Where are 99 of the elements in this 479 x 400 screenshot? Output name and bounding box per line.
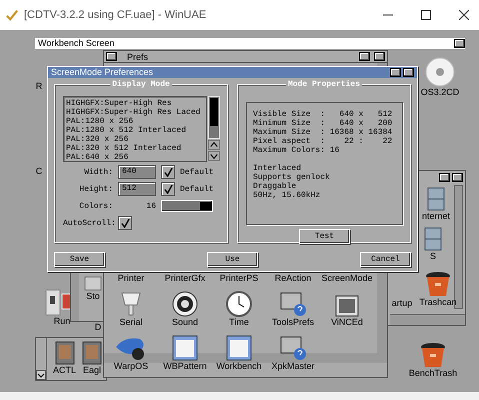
colors-slider[interactable]	[161, 200, 213, 212]
mode-item[interactable]: PAL:1280 x 512 Interlaced	[66, 126, 204, 135]
property-line: Maximum Size : 16368 x 16384	[253, 128, 394, 137]
icon-label[interactable]: ReAction	[274, 273, 312, 283]
depth-gadget[interactable]	[452, 173, 463, 182]
window-title: [CDTV-3.2.2 using CF.uae] - WinUAE	[24, 9, 206, 21]
scrollbar[interactable]	[454, 185, 463, 309]
group-title: Display Mode	[110, 80, 172, 89]
screen-title: Workbench Screen	[38, 38, 114, 49]
clock-icon[interactable]	[226, 291, 252, 317]
field-label: Colors:	[78, 202, 113, 210]
property-line: Pixel aspect : 22 : 22	[253, 137, 394, 146]
maximize-icon[interactable]	[421, 10, 431, 20]
connector-icon[interactable]	[119, 291, 143, 317]
property-line: Visible Size : 640 x 512	[253, 110, 394, 119]
checkbox[interactable]	[161, 182, 175, 196]
icon-label[interactable]: ScreenMode	[321, 273, 373, 283]
icon-label[interactable]: WBPattern	[163, 361, 207, 371]
icon-label[interactable]: Sto	[86, 291, 100, 301]
zoom-gadget[interactable]	[439, 173, 450, 182]
field-label: Width:	[83, 168, 113, 176]
depth-gadget[interactable]	[374, 52, 385, 61]
cabinet-icon[interactable]	[424, 227, 442, 251]
icon-label[interactable]: Eagl	[83, 365, 102, 375]
cabinet-icon[interactable]	[427, 187, 445, 211]
field-label: AutoScroll:	[63, 218, 113, 228]
slider-knob[interactable]	[200, 202, 212, 210]
scrollbar[interactable]	[390, 314, 465, 325]
icon-label[interactable]: Sound	[172, 317, 198, 327]
disc-icon[interactable]	[425, 57, 455, 87]
dialog-button[interactable]: Cancel	[360, 252, 411, 267]
checkbox[interactable]	[118, 216, 132, 230]
property-label: Interlaced	[253, 164, 302, 173]
window-icon[interactable]	[172, 335, 198, 361]
close-gadget[interactable]	[106, 52, 117, 61]
field-label: Height:	[78, 184, 113, 194]
drawer-icon[interactable]	[84, 275, 102, 291]
icon-label[interactable]: D	[94, 322, 102, 332]
icon-label[interactable]: ViNCEd	[331, 317, 363, 327]
icon-label[interactable]: BenchTrash	[408, 368, 458, 378]
window-question-icon[interactable]	[279, 291, 307, 317]
icon-label[interactable]: C	[36, 166, 42, 176]
mode-item[interactable]: HIGHGFX:Super-High Res Laced	[66, 108, 204, 117]
mode-item[interactable]: PAL:320 x 512 Interlaced	[66, 144, 204, 153]
picture-frame-icon[interactable]	[54, 341, 74, 365]
mode-item[interactable]: HIGHGFX:Super-High Res	[66, 99, 204, 108]
check-icon	[6, 9, 18, 21]
property-label: Supports genlock	[253, 173, 331, 182]
dialog-button[interactable]: Use	[207, 252, 258, 267]
scroll-up-icon[interactable]	[208, 140, 220, 150]
mode-item[interactable]: PAL:320 x 256	[66, 135, 204, 144]
colors-value: 16	[145, 202, 156, 210]
window-icon[interactable]	[226, 335, 252, 361]
icon-label[interactable]: Run	[54, 316, 70, 326]
trashcan-icon[interactable]	[424, 271, 452, 297]
depth-gadget[interactable]	[403, 68, 414, 77]
input-field[interactable]: 640	[118, 165, 156, 179]
zoom-gadget[interactable]	[359, 52, 370, 61]
input-field[interactable]: 512	[118, 182, 156, 196]
checkbox-label: Default	[180, 168, 214, 176]
icon-label[interactable]: ToolsPrefs	[272, 317, 314, 327]
property-label: 50Hz, 15.60kHz	[253, 191, 322, 200]
icon-label[interactable]: Trashcan	[419, 297, 457, 307]
icon-label[interactable]: ACTL	[53, 365, 76, 375]
icon-label[interactable]: nternet	[422, 211, 450, 221]
icon-label[interactable]: S	[430, 251, 436, 261]
window-question-icon[interactable]	[279, 335, 307, 361]
window-title: Prefs	[127, 52, 148, 62]
property-line: Minimum Size : 640 x 200	[253, 119, 394, 128]
icon-label[interactable]: PrinterPS	[220, 273, 258, 283]
speaker-icon[interactable]	[172, 291, 198, 317]
icon-label[interactable]: Workbench	[216, 361, 262, 371]
depth-gadget[interactable]	[454, 39, 465, 48]
scroll-down-icon[interactable]	[208, 151, 220, 161]
trashcan-icon[interactable]	[419, 342, 447, 368]
icon-label[interactable]: OS3.2CD	[420, 87, 460, 97]
dialog-title: ScreenMode Preferences	[51, 67, 154, 78]
icon-label[interactable]: Printer	[118, 273, 144, 283]
checkbox-label: Default	[180, 184, 214, 194]
terminal-icon[interactable]	[335, 295, 359, 317]
icon-label[interactable]: Time	[229, 317, 249, 327]
icon-label[interactable]: R	[36, 81, 42, 91]
scroll-down-icon[interactable]	[36, 370, 46, 380]
zoom-gadget[interactable]	[390, 68, 401, 77]
property-label: Draggable	[253, 182, 298, 191]
close-icon[interactable]	[459, 10, 469, 20]
property-line: Maximum Colors: 16	[253, 146, 340, 155]
test-button[interactable]: Test	[299, 229, 350, 244]
mode-item[interactable]: PAL:640 x 256	[66, 153, 204, 162]
picture-frame-icon[interactable]	[82, 341, 102, 365]
mode-item[interactable]: PAL:1280 x 256	[66, 117, 204, 126]
icon-label[interactable]: WarpOS	[114, 361, 148, 371]
icon-label[interactable]: artup	[392, 298, 412, 308]
group-title: Mode Properties	[286, 80, 362, 89]
icon-label[interactable]: Serial	[119, 317, 142, 327]
checkbox[interactable]	[161, 165, 175, 179]
icon-label[interactable]: XpkMaster	[271, 361, 314, 371]
icon-label[interactable]: PrinterGfx	[164, 273, 206, 283]
dialog-button[interactable]: Save	[54, 252, 105, 267]
